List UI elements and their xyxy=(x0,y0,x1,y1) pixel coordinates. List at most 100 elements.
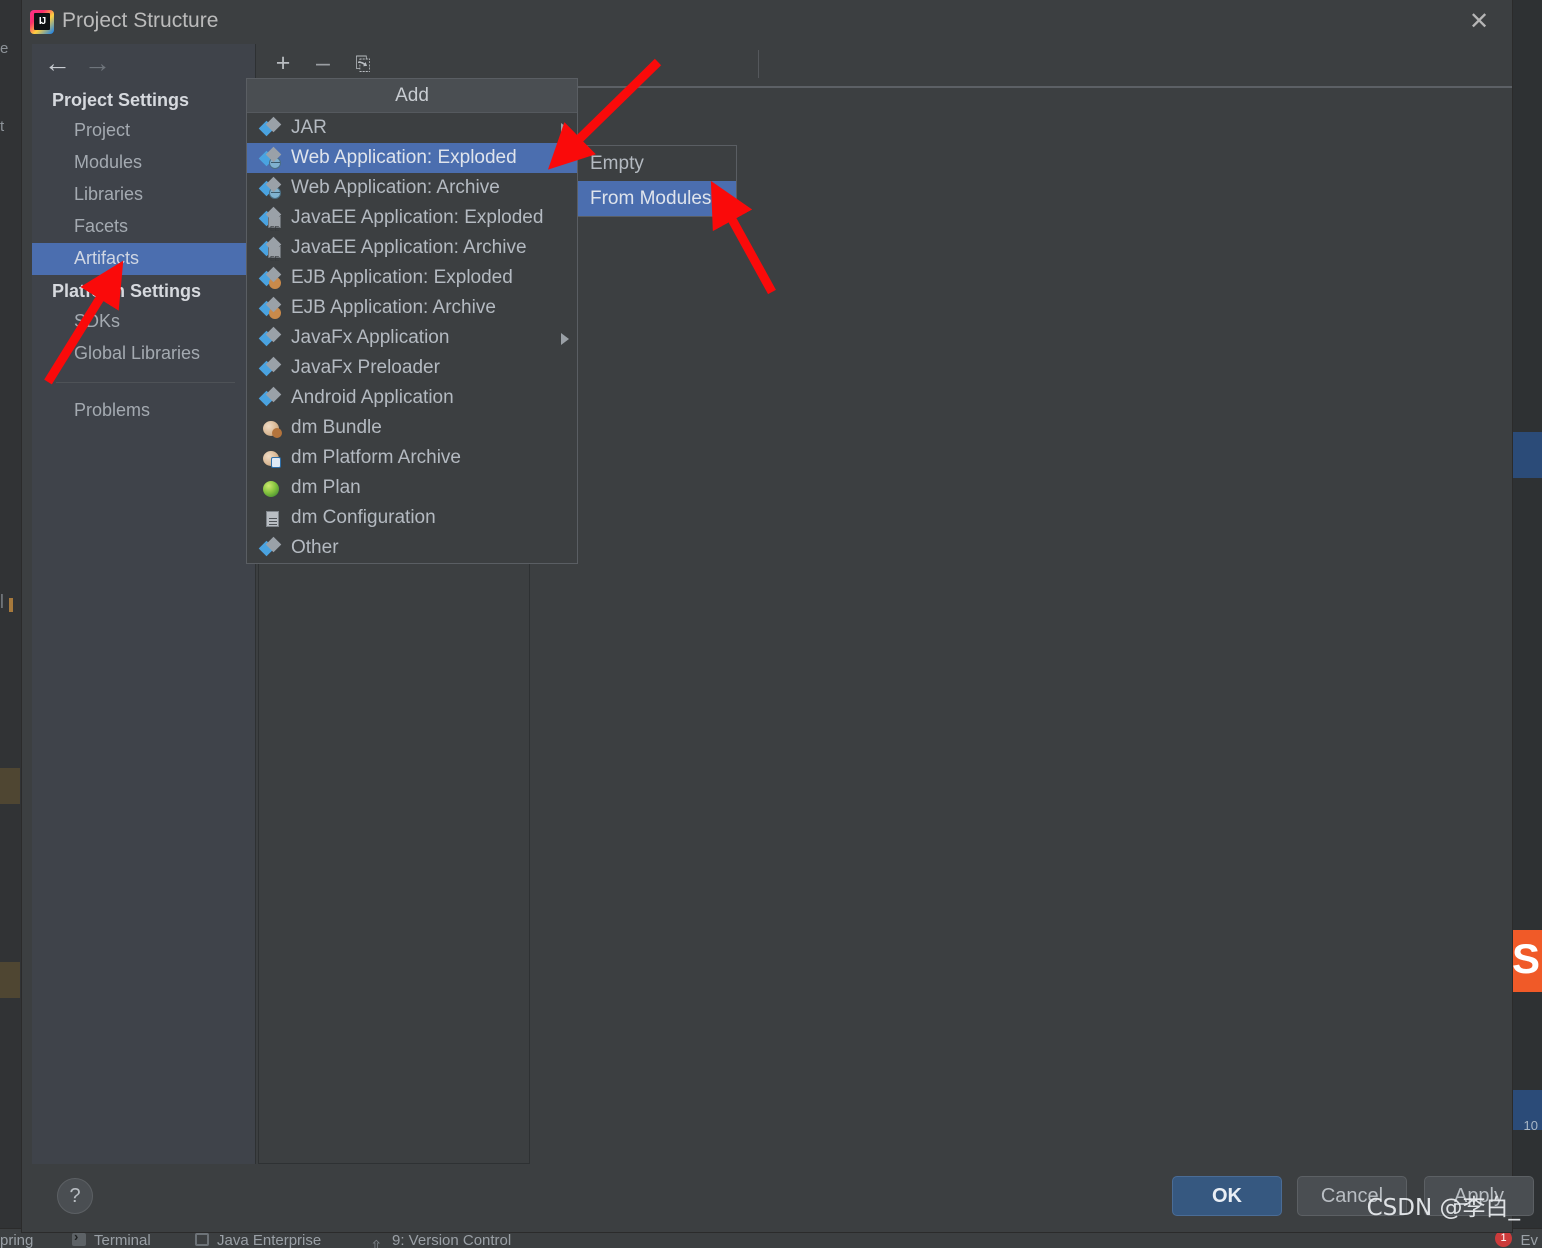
menu-item-label: JavaFx Preloader xyxy=(291,357,440,378)
diamonds-icon xyxy=(261,329,281,348)
status-item-version-control[interactable]: 9: Version Control xyxy=(392,1232,511,1248)
dm-config-icon xyxy=(261,509,281,528)
diamonds-icon xyxy=(261,389,281,408)
menu-item-javafx-application[interactable]: JavaFx Application xyxy=(247,323,577,353)
bg-text-fragment-3: | xyxy=(0,592,4,609)
dm-platform-icon xyxy=(261,449,281,468)
sidebar-item-modules[interactable]: Modules xyxy=(32,147,255,179)
diamonds-icon xyxy=(261,119,281,138)
chevron-right-icon xyxy=(561,153,569,165)
menu-item-label: JavaEE Application: Archive xyxy=(291,237,527,258)
sidebar-item-libraries[interactable]: Libraries xyxy=(32,179,255,211)
menu-item-label: Web Application: Exploded xyxy=(291,147,517,168)
chevron-right-icon xyxy=(561,123,569,135)
menu-item-label: dm Plan xyxy=(291,477,361,498)
menu-item-label: JavaFx Application xyxy=(291,327,450,348)
diamonds-icon xyxy=(261,539,281,558)
ok-button[interactable]: OK xyxy=(1172,1176,1282,1216)
menu-item-web-application-exploded[interactable]: Web Application: Exploded xyxy=(247,143,577,173)
chevron-right-icon xyxy=(561,333,569,345)
menu-item-label: JavaEE Application: Exploded xyxy=(291,207,544,228)
menu-item-label: JAR xyxy=(291,117,327,138)
watermark: CSDN @李白_ xyxy=(1366,1195,1520,1221)
sidebar-item-facets[interactable]: Facets xyxy=(32,211,255,243)
arrow-right-icon[interactable]: → xyxy=(84,48,111,78)
arrow-left-icon[interactable]: ← xyxy=(44,48,71,78)
menu-item-label: dm Platform Archive xyxy=(291,447,461,468)
nav-group-platform-settings: Platform Settings xyxy=(52,281,202,301)
menu-item-label: Other xyxy=(291,537,339,558)
menu-item-label: dm Configuration xyxy=(291,507,436,528)
notification-badge[interactable]: 1 xyxy=(1495,1230,1512,1247)
status-item-spring[interactable]: pring xyxy=(0,1232,33,1248)
menu-item-other[interactable]: Other xyxy=(247,533,577,563)
gutter-mark xyxy=(9,598,13,612)
menu-item-javafx-preloader[interactable]: JavaFx Preloader xyxy=(247,353,577,383)
editor-gutter xyxy=(0,0,22,1228)
status-item-java-enterprise[interactable]: Java Enterprise xyxy=(217,1232,321,1248)
bg-line-number: 10 xyxy=(1523,1118,1538,1133)
intellij-idea-logo-icon xyxy=(30,10,54,34)
web-app-icon xyxy=(261,179,281,199)
dm-bundle-icon xyxy=(261,419,282,438)
menu-item-label: EJB Application: Exploded xyxy=(291,267,513,288)
nav-divider xyxy=(56,382,235,383)
menu-item-label: Android Application xyxy=(291,387,454,408)
menu-item-javaee-application-exploded[interactable]: JavaEE Application: Exploded xyxy=(247,203,577,245)
artifact-details-panel[interactable] xyxy=(531,86,1512,1164)
settings-navigation-pane: ← → Project Settings Project Modules Lib… xyxy=(32,44,256,1164)
add-artifact-menu: Add JAR Web Application: Exploded Web Ap… xyxy=(246,78,578,564)
dialog-button-bar: ? OK Cancel Apply xyxy=(32,1164,1534,1232)
gutter-highlight-1 xyxy=(0,768,20,804)
web-application-exploded-submenu: Empty From Modules... xyxy=(577,145,737,217)
status-item-terminal[interactable]: Terminal xyxy=(94,1232,151,1248)
status-item-event-log[interactable]: Ev xyxy=(1520,1232,1538,1248)
javaee-app-icon xyxy=(261,209,281,245)
menu-item-ejb-application-exploded[interactable]: EJB Application: Exploded xyxy=(247,263,577,293)
ejb-app-icon xyxy=(261,269,281,289)
nav-group-project-settings: Project Settings xyxy=(52,90,190,110)
menu-item-dm-bundle[interactable]: dm Bundle xyxy=(247,413,577,443)
copy-icon[interactable]: ⎘ xyxy=(348,50,378,78)
menu-item-dm-configuration[interactable]: dm Configuration xyxy=(247,503,577,533)
terminal-icon xyxy=(72,1229,86,1246)
nav-history-toolbar: ← → xyxy=(32,44,255,84)
editor-scroll-map[interactable] xyxy=(1512,0,1542,1228)
menu-item-jar[interactable]: JAR xyxy=(247,113,577,143)
web-app-icon xyxy=(261,149,281,169)
java-enterprise-icon xyxy=(195,1233,209,1246)
submenu-item-empty[interactable]: Empty xyxy=(578,146,736,181)
dialog-title: Project Structure xyxy=(62,9,219,32)
sidebar-item-artifacts[interactable]: Artifacts xyxy=(32,243,255,275)
menu-item-web-application-archive[interactable]: Web Application: Archive xyxy=(247,173,577,203)
dialog-titlebar: Project Structure ✕ xyxy=(22,0,1512,44)
menu-item-ejb-application-archive[interactable]: EJB Application: Archive xyxy=(247,293,577,323)
gutter-highlight-2 xyxy=(0,962,20,998)
sidebar-item-problems[interactable]: Problems xyxy=(32,395,255,427)
menu-item-dm-plan[interactable]: dm Plan xyxy=(247,473,577,503)
plus-icon[interactable]: + xyxy=(268,50,298,78)
sidebar-item-sdks[interactable]: SDKs xyxy=(32,306,255,338)
scroll-map-marker-1 xyxy=(1512,432,1542,478)
sidebar-item-project[interactable]: Project xyxy=(32,115,255,147)
menu-item-javaee-application-archive[interactable]: JavaEE Application: Archive xyxy=(247,233,577,275)
bg-text-fragment-1: e xyxy=(0,40,9,57)
menu-item-label: EJB Application: Archive xyxy=(291,297,496,318)
ejb-app-icon xyxy=(261,299,281,319)
menu-item-dm-platform-archive[interactable]: dm Platform Archive xyxy=(247,443,577,473)
screen: e t | 10 S pring Terminal Java Enterpris… xyxy=(0,0,1542,1248)
menu-header-add: Add xyxy=(247,79,577,113)
toolbar-divider xyxy=(758,50,759,78)
close-icon[interactable]: ✕ xyxy=(1456,2,1502,42)
sidebar-item-global-libraries[interactable]: Global Libraries xyxy=(32,338,255,370)
menu-item-android-application[interactable]: Android Application xyxy=(247,383,577,413)
javaee-app-icon xyxy=(261,239,281,275)
bg-text-fragment-2: t xyxy=(0,118,5,135)
dm-plan-icon xyxy=(261,479,281,498)
minus-icon[interactable]: – xyxy=(308,50,338,78)
menu-item-label: Web Application: Archive xyxy=(291,177,500,198)
submenu-item-from-modules[interactable]: From Modules... xyxy=(578,181,736,216)
diamonds-icon xyxy=(261,359,281,378)
question-mark-icon[interactable]: ? xyxy=(57,1178,93,1214)
version-control-icon: ⇧ xyxy=(370,1238,383,1248)
